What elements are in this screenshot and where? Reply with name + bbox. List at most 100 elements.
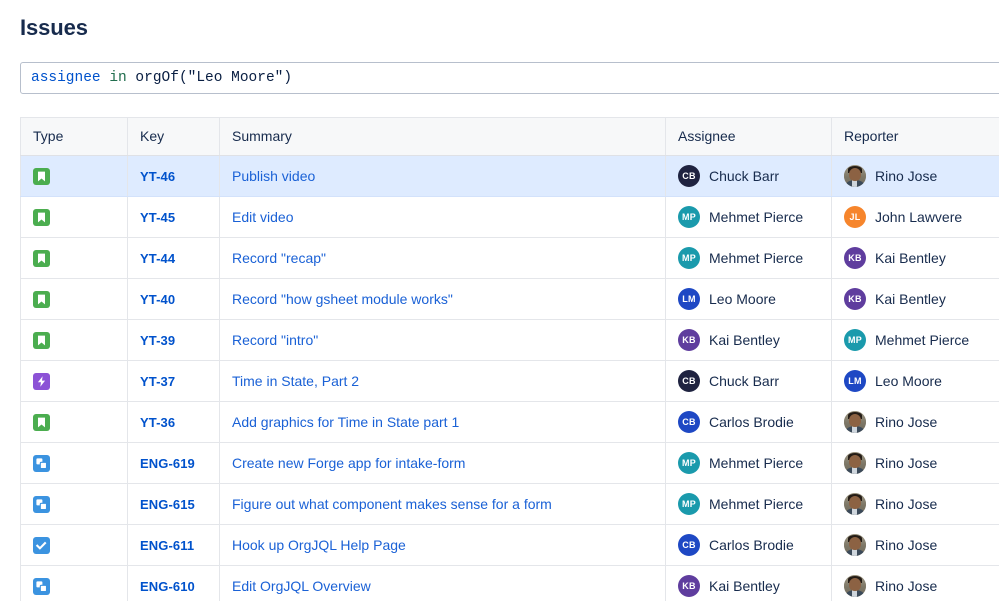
- reporter-cell[interactable]: Rino Jose: [832, 484, 999, 525]
- table-row[interactable]: YT-44 Record "recap" MPMehmet PierceKBKai …: [21, 238, 999, 279]
- issue-type-cell[interactable]: [21, 566, 128, 601]
- issue-key-cell[interactable]: ENG-619: [128, 443, 220, 484]
- issue-key-cell[interactable]: YT-40: [128, 279, 220, 320]
- table-row[interactable]: ENG-619 Create new Forge app for intake-f…: [21, 443, 999, 484]
- table-row[interactable]: ENG-615 Figure out what component makes s…: [21, 484, 999, 525]
- reporter-name: John Lawvere: [875, 209, 962, 225]
- issue-key-link[interactable]: YT-40: [140, 292, 175, 307]
- reporter-cell[interactable]: JLJohn Lawvere: [832, 197, 999, 238]
- reporter-cell[interactable]: Rino Jose: [832, 156, 999, 197]
- assignee-cell[interactable]: MPMehmet Pierce: [666, 238, 832, 279]
- issue-summary-link[interactable]: Figure out what component makes sense fo…: [232, 496, 552, 512]
- issue-key-cell[interactable]: ENG-610: [128, 566, 220, 601]
- issue-summary-link[interactable]: Publish video: [232, 168, 315, 184]
- table-row[interactable]: YT-37 Time in State, Part 2 CBChuck BarrLM…: [21, 361, 999, 402]
- reporter-cell[interactable]: KBKai Bentley: [832, 279, 999, 320]
- issue-key-link[interactable]: YT-37: [140, 374, 175, 389]
- issue-key-link[interactable]: YT-39: [140, 333, 175, 348]
- assignee-cell[interactable]: LMLeo Moore: [666, 279, 832, 320]
- column-header-key[interactable]: Key: [128, 118, 220, 156]
- table-row[interactable]: YT-40 Record "how gsheet module works" LML…: [21, 279, 999, 320]
- issue-summary-cell[interactable]: Hook up OrgJQL Help Page: [220, 525, 666, 566]
- reporter-cell[interactable]: Rino Jose: [832, 566, 999, 601]
- assignee-cell[interactable]: MPMehmet Pierce: [666, 197, 832, 238]
- column-header-reporter[interactable]: Reporter: [832, 118, 999, 156]
- issue-type-cell[interactable]: [21, 279, 128, 320]
- reporter-cell[interactable]: LMLeo Moore: [832, 361, 999, 402]
- issue-key-link[interactable]: YT-36: [140, 415, 175, 430]
- issue-key-link[interactable]: YT-46: [140, 169, 175, 184]
- assignee-cell[interactable]: CBCarlos Brodie: [666, 402, 832, 443]
- issue-type-cell[interactable]: [21, 402, 128, 443]
- table-row[interactable]: YT-39 Record "intro" KBKai BentleyMPMehmet…: [21, 320, 999, 361]
- table-row[interactable]: ENG-610 Edit OrgJQL Overview KBKai Bentley…: [21, 566, 999, 601]
- issue-type-cell[interactable]: [21, 197, 128, 238]
- issue-key-link[interactable]: ENG-619: [140, 456, 195, 471]
- issue-summary-cell[interactable]: Add graphics for Time in State part 1: [220, 402, 666, 443]
- jql-query-input[interactable]: assignee in orgOf("Leo Moore"): [20, 62, 999, 94]
- assignee-cell[interactable]: CBChuck Barr: [666, 156, 832, 197]
- issue-key-cell[interactable]: YT-46: [128, 156, 220, 197]
- issue-summary-link[interactable]: Record "intro": [232, 332, 318, 348]
- issue-summary-link[interactable]: Hook up OrgJQL Help Page: [232, 537, 406, 553]
- issue-summary-link[interactable]: Create new Forge app for intake-form: [232, 455, 465, 471]
- issue-type-cell[interactable]: [21, 443, 128, 484]
- issue-key-link[interactable]: YT-44: [140, 251, 175, 266]
- assignee-cell[interactable]: CBCarlos Brodie: [666, 525, 832, 566]
- table-row[interactable]: ENG-611 Hook up OrgJQL Help Page CBCarlos …: [21, 525, 999, 566]
- issue-summary-link[interactable]: Record "how gsheet module works": [232, 291, 453, 307]
- issues-table-header: Type Key Summary Assignee Reporter: [21, 118, 999, 156]
- issue-summary-cell[interactable]: Edit OrgJQL Overview: [220, 566, 666, 601]
- assignee-cell[interactable]: KBKai Bentley: [666, 320, 832, 361]
- issue-key-link[interactable]: YT-45: [140, 210, 175, 225]
- assignee-cell[interactable]: MPMehmet Pierce: [666, 484, 832, 525]
- issue-key-link[interactable]: ENG-610: [140, 579, 195, 594]
- column-header-summary[interactable]: Summary: [220, 118, 666, 156]
- issue-type-cell[interactable]: [21, 238, 128, 279]
- issue-summary-cell[interactable]: Record "how gsheet module works": [220, 279, 666, 320]
- issue-key-link[interactable]: ENG-615: [140, 497, 195, 512]
- issue-type-cell[interactable]: [21, 361, 128, 402]
- issue-key-cell[interactable]: YT-44: [128, 238, 220, 279]
- issue-key-cell[interactable]: ENG-615: [128, 484, 220, 525]
- issue-key-cell[interactable]: ENG-611: [128, 525, 220, 566]
- issue-type-cell[interactable]: [21, 484, 128, 525]
- assignee-cell[interactable]: MPMehmet Pierce: [666, 443, 832, 484]
- issue-key-cell[interactable]: YT-37: [128, 361, 220, 402]
- issue-summary-cell[interactable]: Publish video: [220, 156, 666, 197]
- assignee-avatar: MP: [678, 206, 700, 228]
- issue-summary-link[interactable]: Edit video: [232, 209, 293, 225]
- issue-type-cell[interactable]: [21, 156, 128, 197]
- table-row[interactable]: YT-46 Publish video CBChuck BarrRino Jose: [21, 156, 999, 197]
- issue-summary-cell[interactable]: Record "recap": [220, 238, 666, 279]
- table-row[interactable]: YT-36 Add graphics for Time in State part…: [21, 402, 999, 443]
- issue-summary-cell[interactable]: Create new Forge app for intake-form: [220, 443, 666, 484]
- table-row[interactable]: YT-45 Edit video MPMehmet PierceJLJohn Law…: [21, 197, 999, 238]
- column-header-assignee[interactable]: Assignee: [666, 118, 832, 156]
- issue-summary-link[interactable]: Add graphics for Time in State part 1: [232, 414, 459, 430]
- reporter-name: Mehmet Pierce: [875, 332, 969, 348]
- issue-key-link[interactable]: ENG-611: [140, 538, 194, 553]
- reporter-cell[interactable]: KBKai Bentley: [832, 238, 999, 279]
- issue-summary-cell[interactable]: Edit video: [220, 197, 666, 238]
- issue-type-cell[interactable]: [21, 320, 128, 361]
- reporter-cell[interactable]: Rino Jose: [832, 525, 999, 566]
- issue-summary-link[interactable]: Time in State, Part 2: [232, 373, 359, 389]
- issue-key-cell[interactable]: YT-45: [128, 197, 220, 238]
- column-header-type[interactable]: Type: [21, 118, 128, 156]
- issue-key-cell[interactable]: YT-36: [128, 402, 220, 443]
- reporter-cell[interactable]: Rino Jose: [832, 402, 999, 443]
- reporter-cell[interactable]: Rino Jose: [832, 443, 999, 484]
- issue-summary-cell[interactable]: Time in State, Part 2: [220, 361, 666, 402]
- issue-summary-cell[interactable]: Record "intro": [220, 320, 666, 361]
- issue-summary-cell[interactable]: Figure out what component makes sense fo…: [220, 484, 666, 525]
- issue-summary-link[interactable]: Record "recap": [232, 250, 326, 266]
- issue-summary-link[interactable]: Edit OrgJQL Overview: [232, 578, 371, 594]
- story-type-icon: [33, 209, 50, 226]
- reporter-cell[interactable]: MPMehmet Pierce: [832, 320, 999, 361]
- assignee-cell[interactable]: KBKai Bentley: [666, 566, 832, 601]
- issue-type-cell[interactable]: [21, 525, 128, 566]
- assignee-cell[interactable]: CBChuck Barr: [666, 361, 832, 402]
- reporter-name: Rino Jose: [875, 537, 937, 553]
- issue-key-cell[interactable]: YT-39: [128, 320, 220, 361]
